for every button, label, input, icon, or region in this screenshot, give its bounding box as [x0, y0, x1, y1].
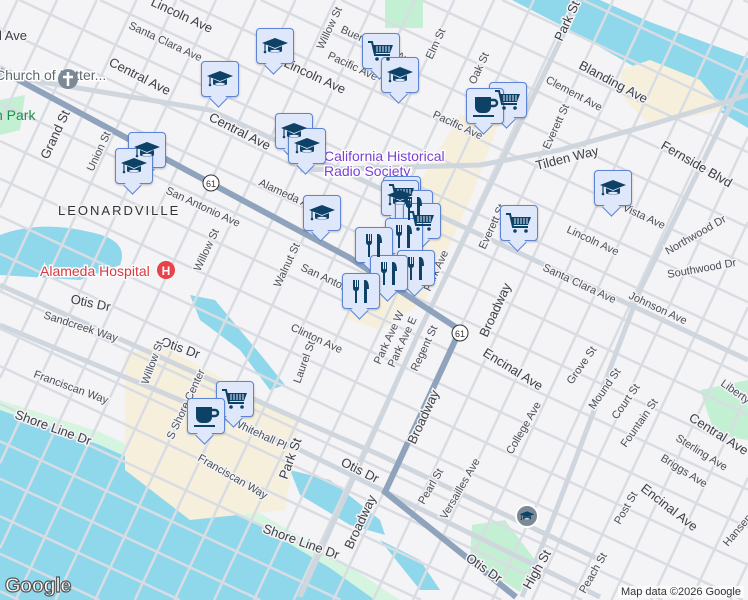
restaurant-icon: [360, 231, 388, 259]
svg-text:Church of Latter...: Church of Latter...: [0, 67, 106, 83]
street-label: Walnut St: [272, 241, 303, 289]
coffee-marker[interactable]: [187, 398, 225, 434]
map-attribution[interactable]: Map data ©2026 Google: [617, 586, 744, 598]
highway-shield: 61: [451, 324, 469, 342]
street-label: Lincoln Ave: [149, 0, 215, 36]
coffee-marker[interactable]: [466, 88, 504, 124]
neighborhood-label: LEONARDVILLE: [58, 203, 180, 218]
street-label: Central Ave: [0, 28, 27, 43]
svg-text:H: H: [162, 264, 171, 278]
street-line: [742, 0, 748, 4]
street-label: Southwood Dr: [666, 257, 737, 281]
google-logo: Google: [4, 574, 72, 597]
shopping-cart-icon: [505, 209, 533, 237]
school-poi-round[interactable]: [515, 504, 539, 528]
street-label: Elm St: [424, 27, 449, 61]
shopping-cart-marker[interactable]: [500, 205, 538, 241]
shopping-cart-icon: [221, 385, 249, 413]
restaurant-icon: [347, 277, 375, 305]
street-label: Fernside Blvd: [659, 138, 735, 191]
street-label: Post St: [612, 490, 640, 527]
school-marker[interactable]: [256, 28, 294, 64]
coffee-icon: [192, 402, 220, 430]
svg-text:61: 61: [455, 329, 465, 339]
restaurant-icon: [390, 222, 418, 250]
school-marker[interactable]: [381, 57, 419, 93]
street-line: [530, 136, 748, 600]
school-icon: [206, 65, 234, 93]
hospital-poi[interactable]: Alameda Hospital H: [39, 261, 175, 281]
school-marker[interactable]: [201, 61, 239, 97]
restaurant-marker[interactable]: [370, 255, 408, 291]
svg-text:61: 61: [206, 179, 216, 189]
restaurant-icon: [375, 259, 403, 287]
street-label: Central Ave: [107, 54, 173, 98]
school-icon: [261, 32, 289, 60]
park-label: n Park: [0, 107, 36, 123]
school-icon: [293, 132, 321, 160]
shopping-cart-marker[interactable]: [216, 381, 254, 417]
school-marker[interactable]: [303, 195, 341, 231]
restaurant-marker[interactable]: [355, 227, 393, 263]
street-line: [0, 0, 178, 379]
restaurant-icon: [402, 254, 430, 282]
svg-text:Alameda Hospital: Alameda Hospital: [40, 263, 150, 279]
restaurant-marker[interactable]: [342, 273, 380, 309]
street-label: Encinal Ave: [638, 481, 701, 535]
school-marker[interactable]: [594, 170, 632, 206]
coffee-icon: [471, 92, 499, 120]
school-icon: [308, 199, 336, 227]
school-marker[interactable]: [288, 128, 326, 164]
highway-shield: 61: [202, 174, 220, 192]
school-icon: [120, 152, 148, 180]
school-icon: [599, 174, 627, 202]
svg-text:California Historical: California Historical: [324, 148, 445, 164]
map-stage: 61 61 Lincoln Ave Central Ave Santa Clar…: [0, 0, 748, 600]
school-icon: [386, 61, 414, 89]
street-label: Central Ave: [207, 109, 273, 153]
school-marker[interactable]: [115, 148, 153, 184]
street-label: Broadway: [404, 387, 442, 446]
street-label: Otis Dr: [69, 291, 112, 314]
restaurant-marker[interactable]: [385, 218, 423, 254]
